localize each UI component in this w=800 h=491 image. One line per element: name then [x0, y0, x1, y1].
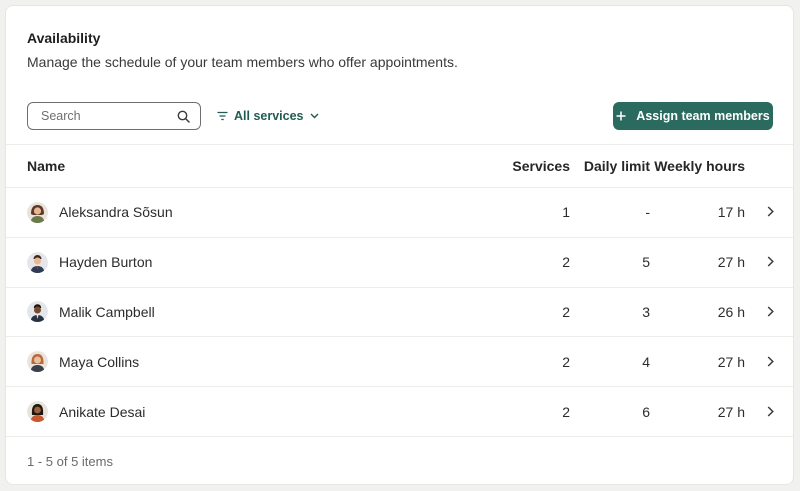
- assign-team-members-button[interactable]: Assign team members: [613, 102, 773, 130]
- filter-icon: [217, 111, 228, 121]
- services-count: 2: [562, 303, 570, 320]
- daily-limit: -: [645, 204, 650, 221]
- avatar: [27, 351, 48, 373]
- services-count: 1: [562, 204, 570, 221]
- column-header-daily-limit: Daily limit: [570, 144, 650, 188]
- team-availability-table: Name Services Daily limit Weekly hours A…: [6, 144, 793, 437]
- filter-label: All services: [234, 109, 304, 123]
- table-header-row: Name Services Daily limit Weekly hours: [6, 144, 793, 188]
- search-input[interactable]: [41, 108, 166, 124]
- pagination-summary: 1 - 5 of 5 items: [27, 454, 113, 469]
- daily-limit: 4: [642, 353, 650, 370]
- chevron-right-icon[interactable]: [767, 356, 774, 367]
- weekly-hours: 17 h: [717, 204, 745, 221]
- services-count: 2: [562, 403, 570, 420]
- assign-button-label: Assign team members: [636, 109, 770, 123]
- plus-icon: [616, 111, 626, 121]
- services-filter-dropdown[interactable]: All services: [217, 108, 319, 124]
- daily-limit: 5: [642, 254, 650, 271]
- member-name: Aleksandra Sõsun: [59, 204, 173, 221]
- column-header-weekly-hours: Weekly hours: [650, 144, 745, 188]
- table-row[interactable]: Maya Collins 2 4 27 h: [6, 337, 793, 387]
- toolbar: All services Assign team members: [27, 102, 773, 131]
- weekly-hours: 26 h: [717, 303, 745, 320]
- chevron-right-icon[interactable]: [767, 406, 774, 417]
- weekly-hours: 27 h: [717, 353, 745, 370]
- chevron-right-icon[interactable]: [767, 306, 774, 317]
- table-row[interactable]: Anikate Desai 2 6 27 h: [6, 387, 793, 437]
- availability-panel: Availability Manage the schedule of your…: [5, 5, 794, 485]
- panel-subtitle: Manage the schedule of your team members…: [27, 54, 458, 70]
- table-row[interactable]: Aleksandra Sõsun 1 - 17 h: [6, 188, 793, 238]
- member-name: Hayden Burton: [59, 254, 153, 271]
- chevron-right-icon[interactable]: [767, 206, 774, 217]
- avatar: [27, 201, 48, 223]
- member-name: Anikate Desai: [59, 403, 146, 420]
- avatar: [27, 251, 48, 273]
- search-icon[interactable]: [177, 110, 190, 123]
- table-row[interactable]: Hayden Burton 2 5 27 h: [6, 237, 793, 288]
- panel-title: Availability: [27, 30, 101, 46]
- search-box[interactable]: [27, 102, 201, 130]
- services-count: 2: [562, 353, 570, 370]
- weekly-hours: 27 h: [717, 254, 745, 271]
- chevron-right-icon[interactable]: [767, 256, 774, 267]
- member-name: Malik Campbell: [59, 303, 155, 320]
- column-header-services: Services: [500, 144, 570, 188]
- avatar: [27, 301, 48, 323]
- services-count: 2: [562, 254, 570, 271]
- avatar: [27, 401, 48, 423]
- daily-limit: 3: [642, 303, 650, 320]
- chevron-down-icon: [310, 113, 318, 119]
- daily-limit: 6: [642, 403, 650, 420]
- weekly-hours: 27 h: [717, 403, 745, 420]
- member-name: Maya Collins: [59, 353, 140, 370]
- column-header-name: Name: [6, 144, 500, 188]
- table-row[interactable]: Malik Campbell 2 3 26 h: [6, 287, 793, 337]
- panel-header: Availability Manage the schedule of your…: [27, 29, 458, 71]
